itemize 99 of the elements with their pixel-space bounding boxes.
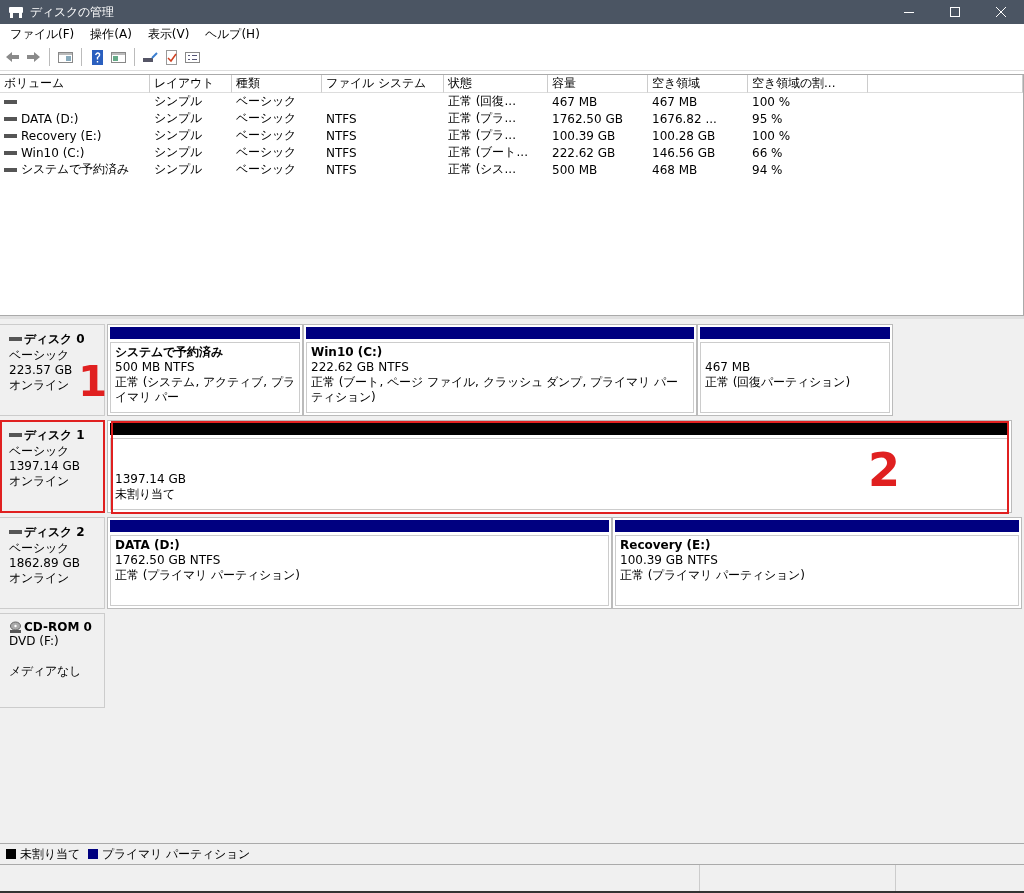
partition-title: Win10 (C:)	[311, 345, 384, 360]
table-cell-text: 100.39 GB	[551, 127, 617, 144]
menu-item[interactable]: 操作(A)	[82, 25, 140, 43]
table-cell-text: ベーシック	[235, 93, 297, 110]
disk-info: ベーシック	[9, 348, 70, 363]
partition-size: 222.62 GB NTFS	[311, 360, 410, 375]
table-cell-text: 正常 (シス...	[447, 161, 517, 178]
disk-info: メディアなし	[9, 664, 82, 679]
disk-info: ベーシック	[9, 541, 70, 556]
partition-status: 正常 (プライマリ パーティション)	[115, 568, 301, 583]
disk-info: 1397.14 GB	[9, 459, 81, 474]
table-cell-text: 正常 (ブート...	[447, 144, 529, 161]
partition-block[interactable]: 467 MB 正常 (回復パーティション)	[697, 324, 893, 416]
checklist-icon[interactable]	[163, 48, 180, 66]
table-cell-text: 1762.50 GB	[551, 110, 624, 127]
partition-title: DATA (D:)	[115, 538, 181, 553]
table-cell: Win10 (C:)	[21, 145, 85, 160]
column-header[interactable]: 空き領域	[648, 75, 748, 93]
table-cell-text: シンプル	[153, 161, 203, 178]
disk-info: オンライン	[9, 378, 70, 393]
menu-item[interactable]: 表示(V)	[139, 25, 198, 43]
partition-size: 1762.50 GB NTFS	[115, 553, 222, 568]
annotation-number: 1	[78, 359, 108, 405]
table-cell-text: 正常 (プラ...	[447, 127, 517, 144]
partition-status: 正常 (システム, アクティブ, プライマリ パー	[115, 375, 295, 405]
table-cell-text: 467 MB	[651, 93, 699, 110]
table-cell-text: ベーシック	[235, 144, 297, 161]
disk-label-panel[interactable]: ディスク 2 ベーシック 1862.89 GB オンライン	[0, 517, 105, 609]
table-cell-text: シンプル	[153, 144, 203, 161]
table-cell-text: 222.62 GB	[551, 144, 617, 161]
help-icon[interactable]	[89, 48, 106, 66]
table-cell-text: ベーシック	[235, 161, 297, 178]
table-cell-text: NTFS	[325, 144, 358, 161]
partition-block[interactable]: システムで予約済み 500 MB NTFS 正常 (システム, アクティブ, プライマリ パー	[107, 324, 303, 416]
table-cell-text: NTFS	[325, 161, 358, 178]
table-cell: Recovery (E:)	[21, 128, 102, 143]
table-cell-text: 500 MB	[551, 161, 599, 178]
column-header[interactable]: 状態	[444, 75, 548, 93]
optical-drive-icon	[9, 621, 22, 633]
table-cell-text: シンプル	[153, 127, 203, 144]
app-icon	[8, 5, 24, 19]
disk-info: 1862.89 GB	[9, 556, 81, 571]
table-cell-text: 100 %	[751, 127, 792, 144]
disk-name: ディスク 0	[24, 331, 85, 348]
table-cell-text: NTFS	[325, 110, 358, 127]
disk-name: ディスク 1	[24, 427, 85, 444]
column-header[interactable]: 空き領域の割...	[748, 75, 868, 93]
table-cell-text: 正常 (回復...	[447, 93, 517, 110]
table-cell-text: NTFS	[325, 127, 358, 144]
legend-label: 未割り当て	[20, 845, 80, 863]
disk-name: ディスク 2	[24, 524, 85, 541]
column-header[interactable]: ボリューム	[0, 75, 150, 93]
disk-info: DVD (F:)	[9, 634, 60, 649]
legend-label: プライマリ パーティション	[102, 845, 250, 863]
disk-label-panel[interactable]: ディスク 1 ベーシック 1397.14 GB オンライン	[0, 420, 105, 513]
table-cell-text: 100.28 GB	[651, 127, 717, 144]
table-cell-text: 94 %	[751, 161, 784, 178]
table-cell-text: ベーシック	[235, 110, 297, 127]
menu-item[interactable]: ヘルプ(H)	[197, 25, 268, 43]
column-header[interactable]: 種類	[232, 75, 322, 93]
partition-block[interactable]: 1397.14 GB 未割り当て 2	[107, 420, 1012, 513]
disk-info: オンライン	[9, 571, 70, 586]
table-cell-text: 146.56 GB	[651, 144, 717, 161]
table-cell-text: シンプル	[153, 110, 203, 127]
disk-info: 223.57 GB	[9, 363, 74, 378]
table-cell-text: 1676.82 ...	[651, 110, 718, 127]
partition-size: 500 MB NTFS	[115, 360, 196, 375]
table-cell-text: 66 %	[751, 144, 784, 161]
annotation-number: 2	[868, 447, 900, 493]
window-title: ディスクの管理	[30, 3, 114, 21]
table-cell-text: 468 MB	[651, 161, 699, 178]
column-header[interactable]: レイアウト	[150, 75, 232, 93]
partition-size: 1397.14 GB	[115, 472, 187, 487]
table-cell-text: 467 MB	[551, 93, 599, 110]
column-header[interactable]: ファイル システム	[322, 75, 444, 93]
table-cell-text: 正常 (プラ...	[447, 110, 517, 127]
partition-block[interactable]: DATA (D:) 1762.50 GB NTFS 正常 (プライマリ パーティション)	[107, 517, 612, 609]
partition-block[interactable]: Recovery (E:) 100.39 GB NTFS 正常 (プライマリ パーティション)	[612, 517, 1022, 609]
table-cell-text: 100 %	[751, 93, 792, 110]
partition-size: 100.39 GB NTFS	[620, 553, 719, 568]
table-cell: システムで予約済み	[21, 161, 129, 178]
menu-item[interactable]: ファイル(F)	[2, 25, 83, 43]
column-header[interactable]: 容量	[548, 75, 648, 93]
partition-status: 正常 (回復パーティション)	[705, 375, 852, 390]
table-cell-text: 95 %	[751, 110, 784, 127]
partition-status: 未割り当て	[115, 487, 176, 502]
partition-size: 467 MB	[705, 360, 752, 375]
table-cell: DATA (D:)	[21, 111, 79, 126]
disk-name: CD-ROM 0	[24, 620, 92, 634]
partition-status: 正常 (ブート, ページ ファイル, クラッシュ ダンプ, プライマリ パーティション)	[311, 375, 679, 405]
partition-title: Recovery (E:)	[620, 538, 712, 553]
partition-title: システムで予約済み	[115, 345, 224, 360]
disk-info: オンライン	[9, 474, 70, 489]
disk-label-panel[interactable]: CD-ROM 0 DVD (F:) メディアなし	[0, 613, 105, 708]
partition-status: 正常 (プライマリ パーティション)	[620, 568, 806, 583]
table-cell-text: ベーシック	[235, 127, 297, 144]
disk-info: ベーシック	[9, 444, 70, 459]
table-cell-text: シンプル	[153, 93, 203, 110]
partition-block[interactable]: Win10 (C:) 222.62 GB NTFS 正常 (ブート, ページ ファイル, クラッシュ ダンプ, プライマリ パーティション)	[303, 324, 697, 416]
